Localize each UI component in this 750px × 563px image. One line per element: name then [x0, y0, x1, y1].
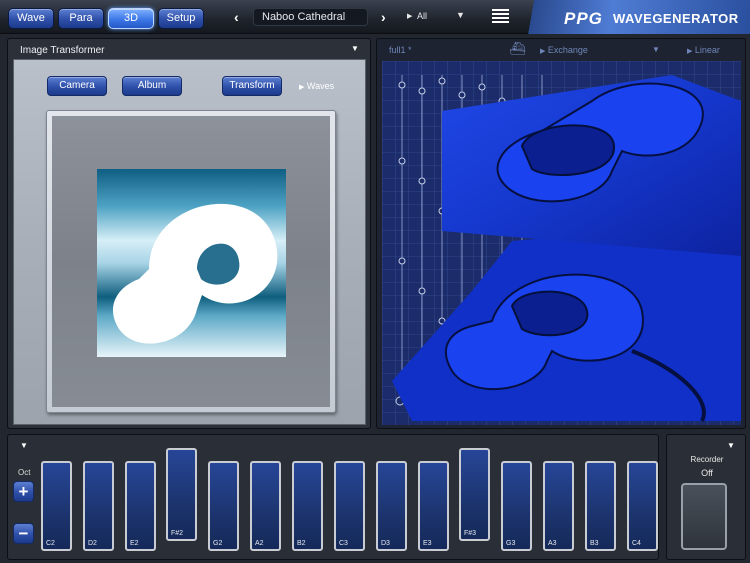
- recorder-panel: ▼ Recorder Off: [666, 434, 746, 560]
- piano-key-a3[interactable]: A3: [543, 461, 574, 551]
- play-small-icon: ▶: [407, 13, 413, 20]
- play-small-icon: ▶: [299, 84, 305, 91]
- piano-key-b3[interactable]: B3: [585, 461, 616, 551]
- piano-key-g2[interactable]: G2: [208, 461, 239, 551]
- key-label: D3: [381, 540, 390, 547]
- ship-icon[interactable]: ⛴: [509, 41, 526, 57]
- tab-setup[interactable]: Setup: [158, 8, 204, 29]
- triangle-down-icon[interactable]: ▼: [20, 441, 28, 450]
- key-label: C2: [46, 540, 55, 547]
- tab-para[interactable]: Para: [58, 8, 104, 29]
- triangle-down-icon[interactable]: ▼: [727, 441, 735, 450]
- tab-3d[interactable]: 3D: [108, 8, 154, 29]
- interpolation-mode[interactable]: ▶ Linear: [687, 45, 720, 55]
- piano-key-g3[interactable]: G3: [501, 461, 532, 551]
- key-label: G2: [213, 540, 223, 547]
- key-label: A2: [255, 540, 264, 547]
- piano-key-f-sharp-2[interactable]: F#2: [166, 448, 197, 541]
- app-window: Wave Para 3D Setup ‹ Naboo Cathedral › ▶…: [0, 0, 750, 563]
- album-button[interactable]: Album: [122, 76, 182, 96]
- triangle-down-icon[interactable]: ▼: [456, 10, 465, 20]
- triangle-down-icon[interactable]: ▼: [351, 44, 359, 53]
- wave-3d-view[interactable]: [382, 61, 741, 425]
- piano-key-e2[interactable]: E2: [125, 461, 156, 551]
- image-transformer-body: Camera Album Transform ▶ Waves: [13, 59, 366, 425]
- brand-name: WAVEGENERATOR: [613, 11, 739, 26]
- brand-header: PPG WAVEGENERATOR: [520, 0, 750, 34]
- recorder-label: Recorder: [690, 455, 724, 464]
- linear-label: Linear: [694, 45, 720, 55]
- exchange-label: Exchange: [547, 45, 588, 55]
- key-label: E3: [423, 540, 432, 547]
- ppg-logo-image: [97, 169, 286, 357]
- key-label: D2: [88, 540, 97, 547]
- bank-filter-label[interactable]: All: [417, 11, 427, 21]
- key-label: B2: [297, 540, 306, 547]
- hamburger-menu-icon[interactable]: [492, 9, 509, 23]
- key-label: B3: [590, 540, 599, 547]
- octave-up-button[interactable]: +: [13, 481, 34, 502]
- piano-key-c3[interactable]: C3: [334, 461, 365, 551]
- octave-label: Oct: [18, 468, 31, 477]
- piano-key-b2[interactable]: B2: [292, 461, 323, 551]
- wave-3d-panel: full1 * ⛴ ▶ Exchange ▼ ▶ Linear: [376, 38, 746, 429]
- octave-down-button[interactable]: −: [13, 523, 34, 544]
- image-frame-inner: [52, 116, 330, 407]
- piano-key-c4[interactable]: C4: [627, 461, 658, 551]
- recorder-state: Off: [701, 468, 713, 478]
- waves-label: Waves: [306, 81, 335, 91]
- ppg-logo: PPG: [564, 9, 603, 28]
- camera-button[interactable]: Camera: [47, 76, 107, 96]
- key-label: C4: [632, 540, 641, 547]
- piano-key-c2[interactable]: C2: [41, 461, 72, 551]
- image-transformer-panel: Image Transformer ▼ Camera Album Transfo…: [7, 38, 371, 429]
- piano-key-d3[interactable]: D3: [376, 461, 407, 551]
- key-label: A3: [548, 540, 557, 547]
- triangle-down-icon[interactable]: ▼: [652, 45, 660, 54]
- recorder-button[interactable]: [681, 483, 727, 550]
- key-label: C3: [339, 540, 348, 547]
- key-label: E2: [130, 540, 139, 547]
- key-label: G3: [506, 540, 516, 547]
- play-small-icon: ▶: [540, 48, 546, 55]
- chevron-left-icon[interactable]: ‹: [234, 8, 239, 26]
- piano-key-d2[interactable]: D2: [83, 461, 114, 551]
- preset-name-field[interactable]: Naboo Cathedral: [253, 8, 368, 26]
- keyboard-panel: ▼ Oct + − C2 D2 E2 F#2 G2 A2 B2 C3 D3 E3…: [7, 434, 659, 560]
- play-small-icon: ▶: [687, 48, 693, 55]
- wave-3d-surface: [382, 61, 741, 425]
- exchange-option[interactable]: ▶ Exchange: [540, 45, 588, 55]
- wave-name-label[interactable]: full1 *: [389, 45, 412, 55]
- piano-key-f-sharp-3[interactable]: F#3: [459, 448, 490, 541]
- key-label: F#2: [171, 530, 184, 537]
- key-label: F#3: [464, 530, 477, 537]
- top-toolbar: Wave Para 3D Setup ‹ Naboo Cathedral › ▶…: [0, 0, 750, 34]
- piano-key-e3[interactable]: E3: [418, 461, 449, 551]
- piano-key-a2[interactable]: A2: [250, 461, 281, 551]
- tab-wave[interactable]: Wave: [8, 8, 54, 29]
- image-frame: [46, 110, 336, 413]
- transform-button[interactable]: Transform: [222, 76, 282, 96]
- panel-title: Image Transformer: [20, 45, 105, 56]
- waves-option[interactable]: ▶ Waves: [299, 81, 334, 91]
- chevron-right-icon[interactable]: ›: [381, 8, 386, 26]
